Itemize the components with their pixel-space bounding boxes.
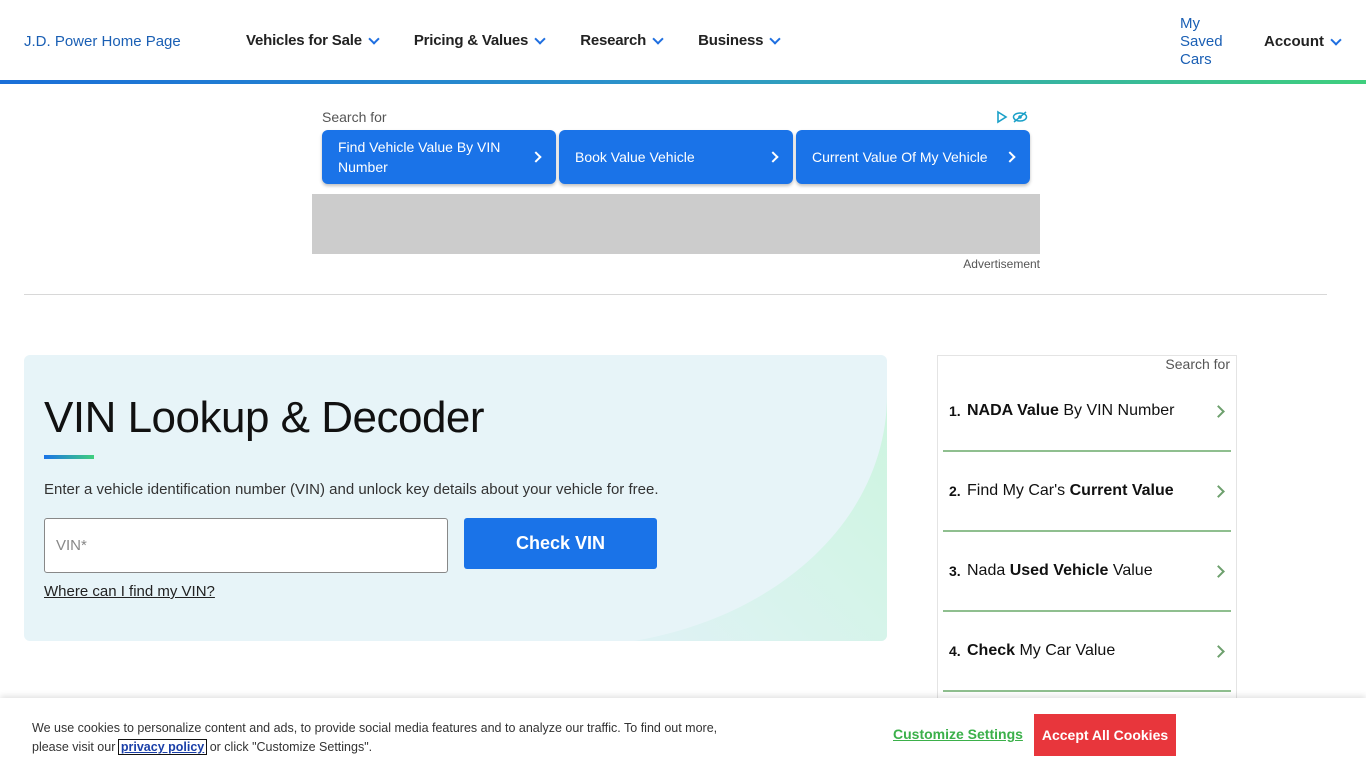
ad-hide-icon [1012, 111, 1028, 123]
cookie-banner: We use cookies to personalize content an… [0, 698, 1366, 768]
site-header: J.D. Power Home Page Vehicles for Sale P… [0, 0, 1366, 84]
item-text: Find My Car's Current Value [967, 482, 1214, 500]
item-rest: By VIN Number [1058, 402, 1175, 419]
main-nav: Vehicles for Sale Pricing & Values Resea… [246, 32, 815, 49]
item-number: 2. [949, 483, 961, 499]
item-bold: NADA Value [967, 402, 1059, 419]
ad-placeholder [312, 194, 1040, 254]
chevron-down-icon [1330, 33, 1342, 46]
chevron-right-icon [1212, 484, 1225, 498]
nav-research[interactable]: Research [580, 32, 664, 49]
chevron-down-icon [769, 32, 781, 45]
logo-link[interactable]: J.D. Power Home Page [24, 33, 181, 50]
title-accent-bar [44, 455, 94, 459]
side-advertisement: Search for 1. NADA Value By VIN Number 2… [937, 355, 1237, 700]
chevron-right-icon [767, 151, 779, 163]
nav-label: Business [698, 32, 764, 49]
find-vin-link[interactable]: Where can I find my VIN? [44, 583, 215, 600]
customize-settings-button[interactable]: Customize Settings [893, 726, 1023, 742]
section-divider [24, 294, 1327, 295]
side-ad-item[interactable]: 3. Nada Used Vehicle Value [943, 532, 1231, 612]
ad-button[interactable]: Find Vehicle Value By VIN Number [322, 130, 556, 184]
cookie-text: We use cookies to personalize content an… [32, 719, 732, 757]
item-text: Check My Car Value [967, 642, 1214, 660]
ad-button[interactable]: Current Value Of My Vehicle [796, 130, 1030, 184]
item-rest: Value [1108, 562, 1153, 579]
ad-choices[interactable] [995, 110, 1028, 124]
chevron-right-icon [1004, 151, 1016, 163]
item-pre: Nada [967, 562, 1010, 579]
nav-pricing-values[interactable]: Pricing & Values [413, 32, 546, 49]
header-gradient-bar [0, 80, 1366, 84]
cookie-text-after: or click "Customize Settings". [209, 740, 373, 754]
advertisement-label: Advertisement [963, 257, 1040, 271]
privacy-policy-link[interactable]: privacy policy [117, 739, 208, 755]
ad-button[interactable]: Book Value Vehicle [559, 130, 793, 184]
ad-search-for-label: Search for [322, 109, 387, 125]
item-number: 1. [949, 403, 961, 419]
chevron-down-icon [652, 32, 664, 45]
vin-input[interactable] [44, 518, 448, 573]
item-number: 4. [949, 643, 961, 659]
top-advertisement: Search for Find Vehicle Value By VIN Num… [312, 104, 1040, 274]
item-text: Nada Used Vehicle Value [967, 562, 1214, 580]
account-menu[interactable]: Account [1264, 33, 1342, 50]
check-vin-button[interactable]: Check VIN [464, 518, 657, 569]
page: J.D. Power Home Page Vehicles for Sale P… [0, 0, 1366, 768]
nav-label: Pricing & Values [413, 32, 529, 49]
ad-button-label: Book Value Vehicle [575, 149, 695, 165]
item-bold: Current Value [1069, 482, 1174, 499]
item-bold: Check [967, 642, 1016, 659]
item-pre: Find My Car's [967, 482, 1070, 499]
vin-lookup-card: VIN Lookup & Decoder Enter a vehicle ide… [24, 355, 887, 641]
ad-buttons: Find Vehicle Value By VIN Number Book Va… [322, 130, 1030, 184]
side-ad-item[interactable]: 2. Find My Car's Current Value [943, 452, 1231, 532]
item-number: 3. [949, 563, 961, 579]
chevron-down-icon [534, 32, 546, 45]
item-text: NADA Value By VIN Number [967, 402, 1214, 420]
accept-all-cookies-button[interactable]: Accept All Cookies [1034, 714, 1176, 756]
nav-label: Research [580, 32, 647, 49]
item-bold: Used Vehicle [1009, 562, 1109, 579]
chevron-right-icon [1212, 404, 1225, 418]
ad-button-label: Find Vehicle Value By VIN Number [338, 139, 501, 175]
chevron-right-icon [530, 151, 542, 163]
side-ad-item[interactable]: 4. Check My Car Value [943, 612, 1231, 692]
chevron-right-icon [1212, 644, 1225, 658]
nav-business[interactable]: Business [698, 32, 781, 49]
nav-vehicles-for-sale[interactable]: Vehicles for Sale [246, 32, 380, 49]
item-rest: My Car Value [1015, 642, 1116, 659]
saved-cars-link[interactable]: My Saved Cars [1180, 15, 1240, 69]
nav-label: Vehicles for Sale [246, 32, 362, 49]
chevron-right-icon [1212, 564, 1225, 578]
chevron-down-icon [368, 32, 380, 45]
side-search-for-label: Search for [1165, 356, 1230, 372]
vin-description: Enter a vehicle identification number (V… [44, 481, 659, 498]
ad-play-icon [997, 110, 1008, 124]
side-ad-item[interactable]: 1. NADA Value By VIN Number [943, 372, 1231, 452]
ad-button-label: Current Value Of My Vehicle [812, 149, 988, 165]
account-label: Account [1264, 33, 1324, 50]
page-title: VIN Lookup & Decoder [44, 393, 485, 442]
